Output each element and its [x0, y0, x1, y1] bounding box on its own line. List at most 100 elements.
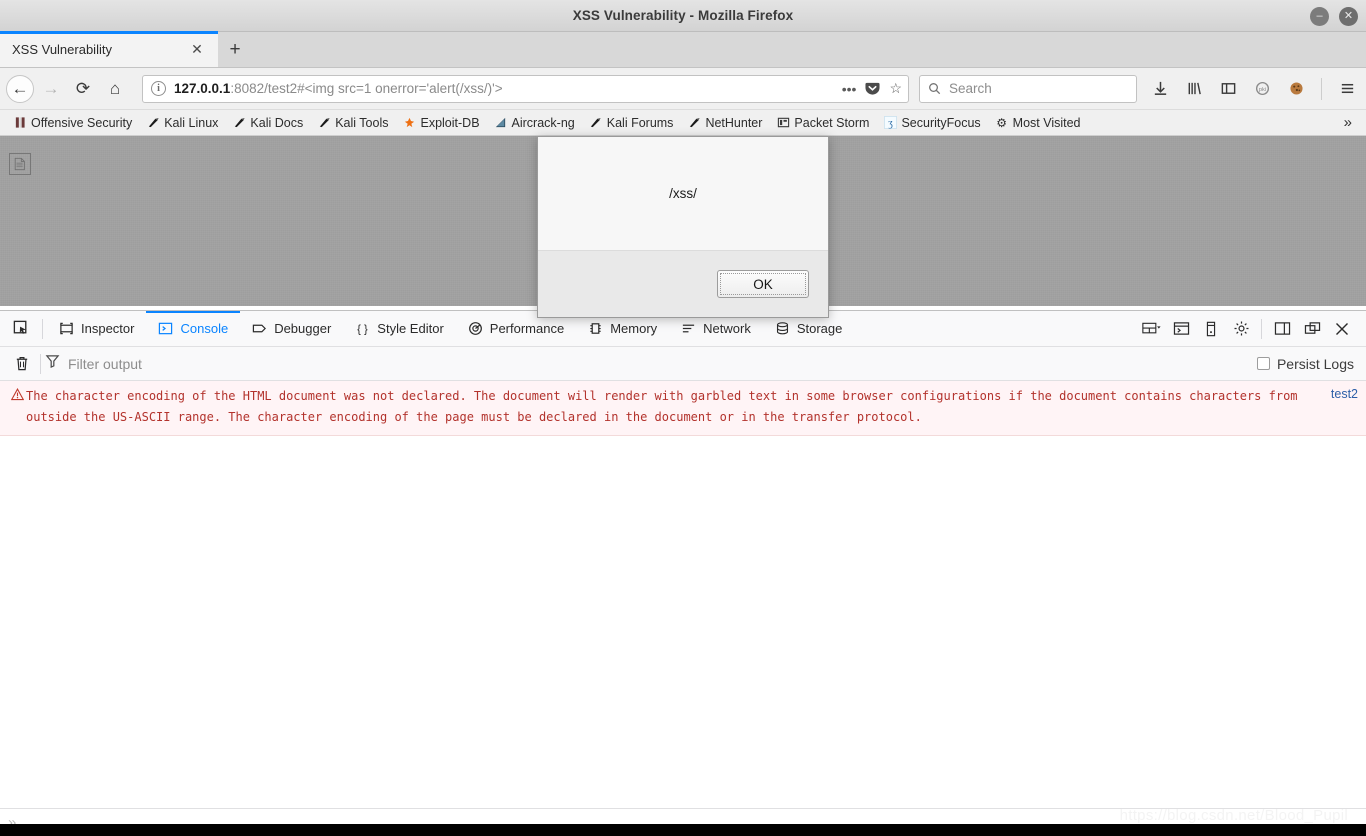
- new-tab-button[interactable]: +: [218, 33, 252, 67]
- window-titlebar: XSS Vulnerability - Mozilla Firefox – ✕: [0, 0, 1366, 32]
- exploitdb-icon: [402, 116, 416, 130]
- cookie-icon[interactable]: [1283, 74, 1309, 104]
- filter-input-wrapper[interactable]: Filter output: [45, 353, 1257, 374]
- library-icon[interactable]: [1181, 74, 1207, 104]
- url-bar-actions: ••• ☆: [842, 80, 902, 97]
- bookmark-star-icon[interactable]: ☆: [889, 80, 902, 97]
- filterbar-divider: [40, 353, 41, 374]
- separate-window-icon[interactable]: [1298, 315, 1326, 343]
- console-output: The character encoding of the HTML docum…: [0, 381, 1366, 808]
- javascript-alert-dialog: /xss/ OK: [537, 136, 829, 318]
- page-actions-icon[interactable]: •••: [842, 81, 857, 97]
- search-input[interactable]: Search: [949, 81, 992, 96]
- bookmark-label: Kali Tools: [335, 115, 389, 130]
- alert-message: /xss/: [538, 137, 828, 250]
- bookmark-label: SecurityFocus: [901, 115, 981, 130]
- broken-image-icon: [9, 153, 31, 175]
- pocket-icon[interactable]: [865, 81, 880, 96]
- tab-label: Inspector: [81, 321, 135, 336]
- menu-icon[interactable]: [1334, 74, 1360, 104]
- forward-button[interactable]: →: [36, 74, 66, 104]
- tab-label: Console: [180, 321, 229, 336]
- bookmark-exploit-db[interactable]: Exploit-DB: [395, 114, 486, 132]
- bookmark-most-visited[interactable]: ⚙ Most Visited: [988, 114, 1088, 132]
- storage-icon: [775, 321, 790, 336]
- console-message-row[interactable]: The character encoding of the HTML docum…: [0, 381, 1366, 436]
- bottom-black-bar: [0, 824, 1366, 836]
- console-filter-bar: Filter output Persist Logs: [0, 347, 1366, 381]
- browser-tab-xss-vulnerability[interactable]: XSS Vulnerability ✕: [0, 31, 218, 67]
- account-icon[interactable]: pki: [1249, 74, 1275, 104]
- site-identity-icon[interactable]: i: [151, 81, 166, 96]
- responsive-design-mode-icon[interactable]: [1197, 315, 1225, 343]
- home-button[interactable]: ⌂: [100, 74, 130, 104]
- tab-label: Debugger: [274, 321, 332, 336]
- responsive-layout-icon[interactable]: [1137, 315, 1165, 343]
- alert-ok-button[interactable]: OK: [717, 270, 809, 298]
- dragon-icon: [317, 116, 331, 130]
- bookmark-kali-tools[interactable]: Kali Tools: [310, 114, 395, 132]
- warning-triangle-icon: [8, 386, 26, 401]
- dragon-icon: [146, 116, 160, 130]
- close-devtools-icon[interactable]: [1328, 315, 1356, 343]
- split-console-icon[interactable]: [1167, 315, 1195, 343]
- search-bar[interactable]: Search: [919, 74, 1137, 103]
- downloads-icon[interactable]: [1147, 74, 1173, 104]
- svg-text:ʒ: ʒ: [888, 118, 893, 129]
- bookmark-label: Kali Forums: [606, 115, 674, 130]
- sidebars-icon[interactable]: [1215, 74, 1241, 104]
- bookmark-label: Kali Docs: [250, 115, 304, 130]
- persist-logs-toggle[interactable]: Persist Logs: [1256, 355, 1358, 372]
- tab-style-editor[interactable]: { } Style Editor: [343, 311, 455, 347]
- persist-logs-label: Persist Logs: [1276, 355, 1354, 372]
- minimize-button[interactable]: –: [1310, 6, 1329, 26]
- window-controls: – ✕: [1310, 0, 1358, 32]
- bookmark-nethunter[interactable]: NetHunter: [680, 114, 769, 132]
- bookmark-kali-linux[interactable]: Kali Linux: [139, 114, 225, 132]
- bookmark-label: Aircrack-ng: [511, 115, 575, 130]
- bookmark-kali-docs[interactable]: Kali Docs: [225, 114, 310, 132]
- back-button[interactable]: ←: [6, 74, 34, 103]
- bookmark-aircrack-ng[interactable]: Aircrack-ng: [487, 114, 582, 132]
- dock-side-icon[interactable]: [1268, 315, 1296, 343]
- url-bar[interactable]: i 127.0.0.1:8082/test2#<img src=1 onerro…: [142, 74, 909, 103]
- console-message-source[interactable]: test2: [1331, 386, 1358, 401]
- bookmark-label: Packet Storm: [794, 115, 870, 130]
- settings-gear-icon[interactable]: [1227, 315, 1255, 343]
- tab-label: Storage: [796, 321, 843, 336]
- offsec-icon: [13, 116, 27, 130]
- tab-close-icon[interactable]: ✕: [188, 40, 206, 58]
- tab-label: Network: [703, 321, 751, 336]
- tab-debugger[interactable]: Debugger: [240, 311, 343, 347]
- memory-icon: [588, 321, 603, 336]
- bookmarks-toolbar: Offensive Security Kali Linux Kali Docs …: [0, 110, 1366, 136]
- filter-input[interactable]: Filter output: [68, 356, 142, 372]
- clear-console-icon[interactable]: [8, 350, 36, 378]
- bookmark-kali-forums[interactable]: Kali Forums: [582, 114, 681, 132]
- persist-logs-checkbox[interactable]: [1256, 357, 1270, 370]
- bookmark-label: NetHunter: [705, 115, 763, 130]
- element-picker-icon[interactable]: [4, 314, 38, 344]
- gear-icon: ⚙: [996, 115, 1008, 130]
- tab-console[interactable]: Console: [146, 310, 240, 347]
- window-title: XSS Vulnerability - Mozilla Firefox: [572, 8, 794, 23]
- style-editor-icon: { }: [355, 321, 370, 336]
- bookmark-offensive-security[interactable]: Offensive Security: [6, 114, 139, 132]
- svg-text:pki: pki: [1258, 87, 1265, 93]
- bookmark-packet-storm[interactable]: Packet Storm: [769, 114, 876, 132]
- bookmark-label: Offensive Security: [31, 115, 133, 130]
- bookmark-securityfocus[interactable]: ʒ SecurityFocus: [876, 114, 987, 132]
- tab-inspector[interactable]: Inspector: [47, 311, 146, 347]
- url-input[interactable]: 127.0.0.1:8082/test2#<img src=1 onerror=…: [174, 81, 836, 96]
- tab-label: Memory: [610, 321, 658, 336]
- reload-button[interactable]: ⟳: [68, 74, 98, 104]
- tab-title: XSS Vulnerability: [12, 41, 112, 57]
- close-button[interactable]: ✕: [1339, 6, 1358, 26]
- dragon-icon: [589, 116, 603, 130]
- performance-icon: [468, 321, 483, 336]
- search-icon: [929, 83, 941, 95]
- bookmarks-overflow-button[interactable]: »: [1336, 114, 1360, 131]
- console-message-text: The character encoding of the HTML docum…: [26, 389, 1298, 424]
- toolbar-divider: [1321, 77, 1322, 100]
- console-icon: [158, 321, 173, 336]
